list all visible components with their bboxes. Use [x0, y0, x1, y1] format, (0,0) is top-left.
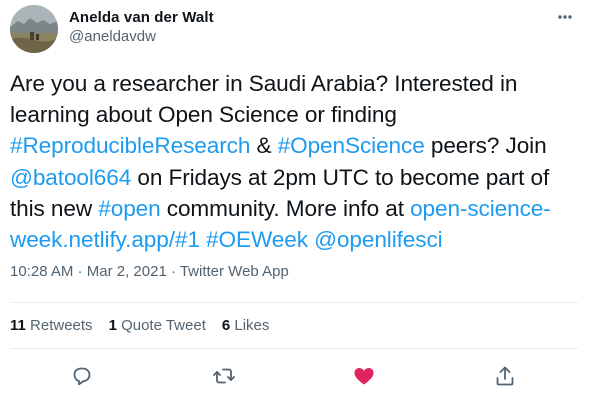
share-icon	[496, 366, 514, 386]
tweet-text-segment: on Fridays at 2pm UTC to become part of	[131, 164, 550, 190]
share-button[interactable]	[493, 364, 517, 388]
likes-count: 6	[221, 317, 231, 334]
meta-separator: ·	[166, 263, 180, 280]
tweet-link[interactable]: @batool664	[10, 165, 131, 190]
reply-button[interactable]	[70, 364, 94, 388]
likes-label: Likes	[234, 317, 270, 334]
more-options-button[interactable]	[551, 6, 579, 28]
quotes-stat[interactable]: 1 Quote Tweet	[109, 317, 206, 334]
author-handle[interactable]: @aneldavdw	[69, 28, 156, 45]
like-button[interactable]	[352, 364, 376, 388]
tweet-text: Are you a researcher in Saudi Arabia? In…	[10, 68, 578, 255]
tweet-text-segment: Are you a researcher in Saudi Arabia? In…	[10, 71, 518, 96]
tweet-text-line: week.netlify.app/#1 #OEWeek @openlifesci	[10, 224, 578, 255]
tweet-text-line: this new #open community. More info at o…	[10, 193, 578, 224]
divider	[10, 348, 578, 349]
quotes-label: Quote Tweet	[121, 317, 206, 334]
heart-filled-icon	[354, 368, 374, 385]
tweet-card: Anelda van der Walt @aneldavdw Are you a…	[0, 0, 589, 400]
tweet-text-segment: &	[250, 133, 278, 159]
tweet-source[interactable]: Twitter Web App	[180, 263, 289, 280]
tweet-text-line: learning about Open Science or finding	[10, 99, 578, 130]
tweet-time[interactable]: 10:28 AM	[10, 263, 73, 280]
reply-icon	[73, 367, 91, 386]
retweets-label: Retweets	[30, 317, 93, 334]
tweet-link[interactable]: @openlifesci	[314, 227, 443, 252]
meta-separator: ·	[73, 263, 87, 280]
tweet-stats: 11 Retweets 1 Quote Tweet 6 Likes	[10, 317, 285, 334]
tweet-text-segment: community. More info at	[160, 195, 411, 221]
author-display-name[interactable]: Anelda van der Walt	[69, 9, 214, 26]
ellipsis-icon	[558, 15, 572, 19]
quotes-count: 1	[108, 317, 117, 334]
tweet-link[interactable]: #ReproducibleResearch	[10, 133, 250, 158]
tweet-text-segment: peers? Join	[424, 133, 547, 159]
tweet-link[interactable]: #open	[98, 196, 160, 221]
retweets-count: 11	[10, 317, 26, 334]
avatar[interactable]	[10, 5, 58, 53]
retweet-button[interactable]	[212, 364, 236, 388]
retweets-stat[interactable]: 11 Retweets	[10, 317, 93, 334]
tweet-text-line: @batool664 on Fridays at 2pm UTC to beco…	[10, 162, 578, 193]
tweet-date[interactable]: Mar 2, 2021	[87, 263, 167, 280]
avatar-image	[10, 5, 58, 53]
tweet-text-segment: this new	[10, 195, 99, 221]
tweet-meta: 10:28 AM · Mar 2, 2021 · Twitter Web App	[10, 263, 289, 280]
retweet-icon	[213, 368, 235, 384]
tweet-link[interactable]: #OpenScience	[278, 133, 425, 158]
tweet-link[interactable]: week.netlify.app/#1	[10, 227, 200, 252]
tweet-text-line: Are you a researcher in Saudi Arabia? In…	[10, 68, 578, 99]
tweet-text-segment: learning about Open Science or finding	[10, 102, 397, 128]
tweet-text-line: #ReproducibleResearch & #OpenScience pee…	[10, 130, 578, 161]
divider	[10, 302, 578, 303]
tweet-link[interactable]: open-science-	[410, 196, 551, 221]
tweet-link[interactable]: #OEWeek	[206, 227, 308, 252]
likes-stat[interactable]: 6 Likes	[222, 317, 270, 334]
